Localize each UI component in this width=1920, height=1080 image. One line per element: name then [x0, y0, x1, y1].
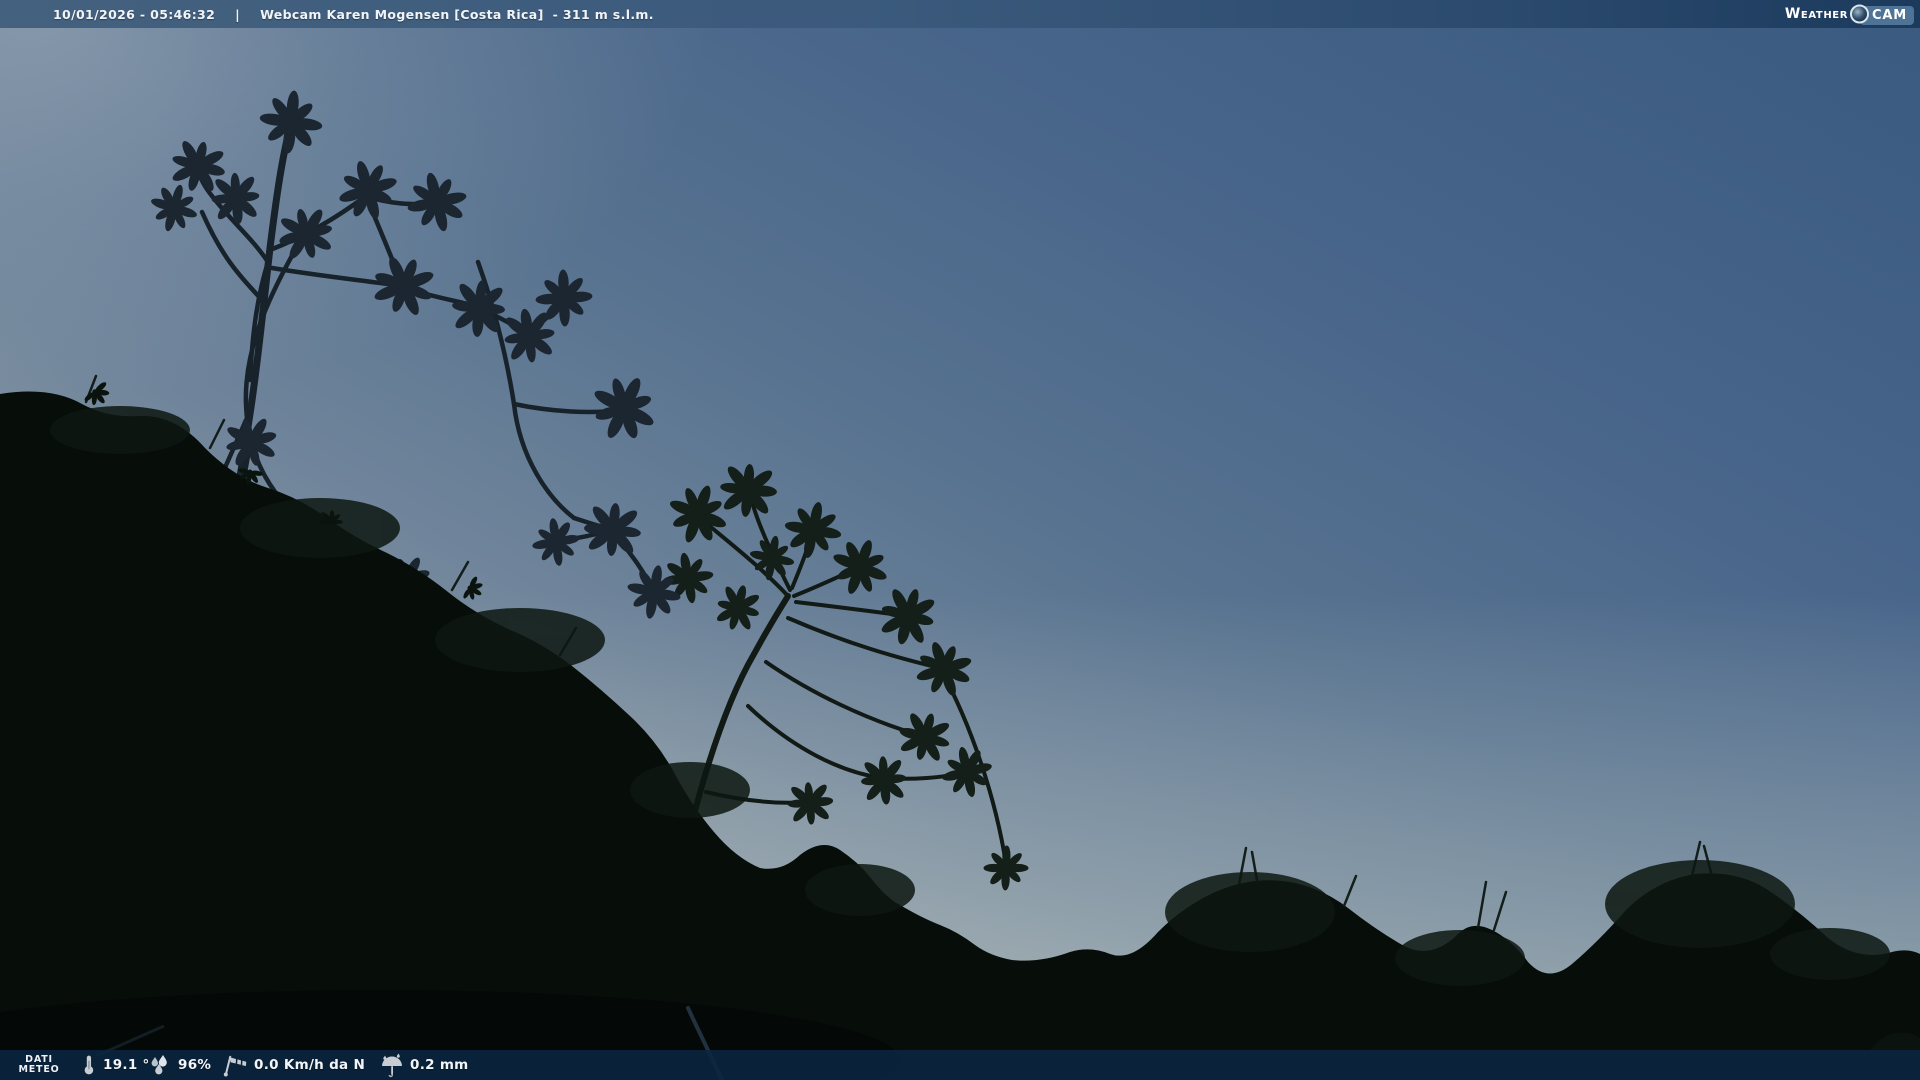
elevation-text: - 311 m s.l.m. — [553, 7, 654, 22]
webcam-view: 10/01/2026 - 05:46:32 | Webcam Karen Mog… — [0, 0, 1920, 1080]
precipitation-value: 0.2 mm — [410, 1057, 469, 1073]
windsock-icon — [222, 1052, 248, 1078]
dati-meteo-line2: METEO — [19, 1065, 60, 1076]
top-bar-text: 10/01/2026 - 05:46:32 | Webcam Karen Mog… — [53, 7, 654, 22]
temperature-value: 19.1 ° — [103, 1057, 150, 1073]
wind-readout: 0.0 Km/h da N — [222, 1050, 365, 1080]
umbrella-rain-icon — [380, 1052, 404, 1078]
datetime-text: 10/01/2026 - 05:46:32 — [53, 7, 215, 22]
webcam-title: Webcam Karen Mogensen [Costa Rica] — [260, 7, 544, 22]
humidity-readout: 96% — [148, 1050, 211, 1080]
precipitation-readout: 0.2 mm — [380, 1050, 469, 1080]
logo-weather-text: Weather — [1785, 6, 1848, 22]
logo-cam-wrap: CAM — [1860, 4, 1914, 25]
webcam-photo — [0, 0, 1920, 1080]
camera-lens-icon — [1850, 5, 1869, 24]
weather-cam-logo: Weather CAM — [1785, 3, 1914, 25]
water-drops-icon — [148, 1053, 172, 1077]
top-info-bar: 10/01/2026 - 05:46:32 | Webcam Karen Mog… — [0, 0, 1920, 28]
dati-meteo-label: DATI METEO — [10, 1050, 68, 1080]
temperature-readout: 19.1 ° — [80, 1050, 150, 1080]
thermometer-icon — [80, 1053, 97, 1077]
wind-value: 0.0 Km/h da N — [254, 1057, 365, 1073]
humidity-value: 96% — [178, 1057, 211, 1073]
separator: | — [235, 7, 240, 22]
weather-data-bar: DATI METEO 19.1 ° 96% — [0, 1050, 1920, 1080]
